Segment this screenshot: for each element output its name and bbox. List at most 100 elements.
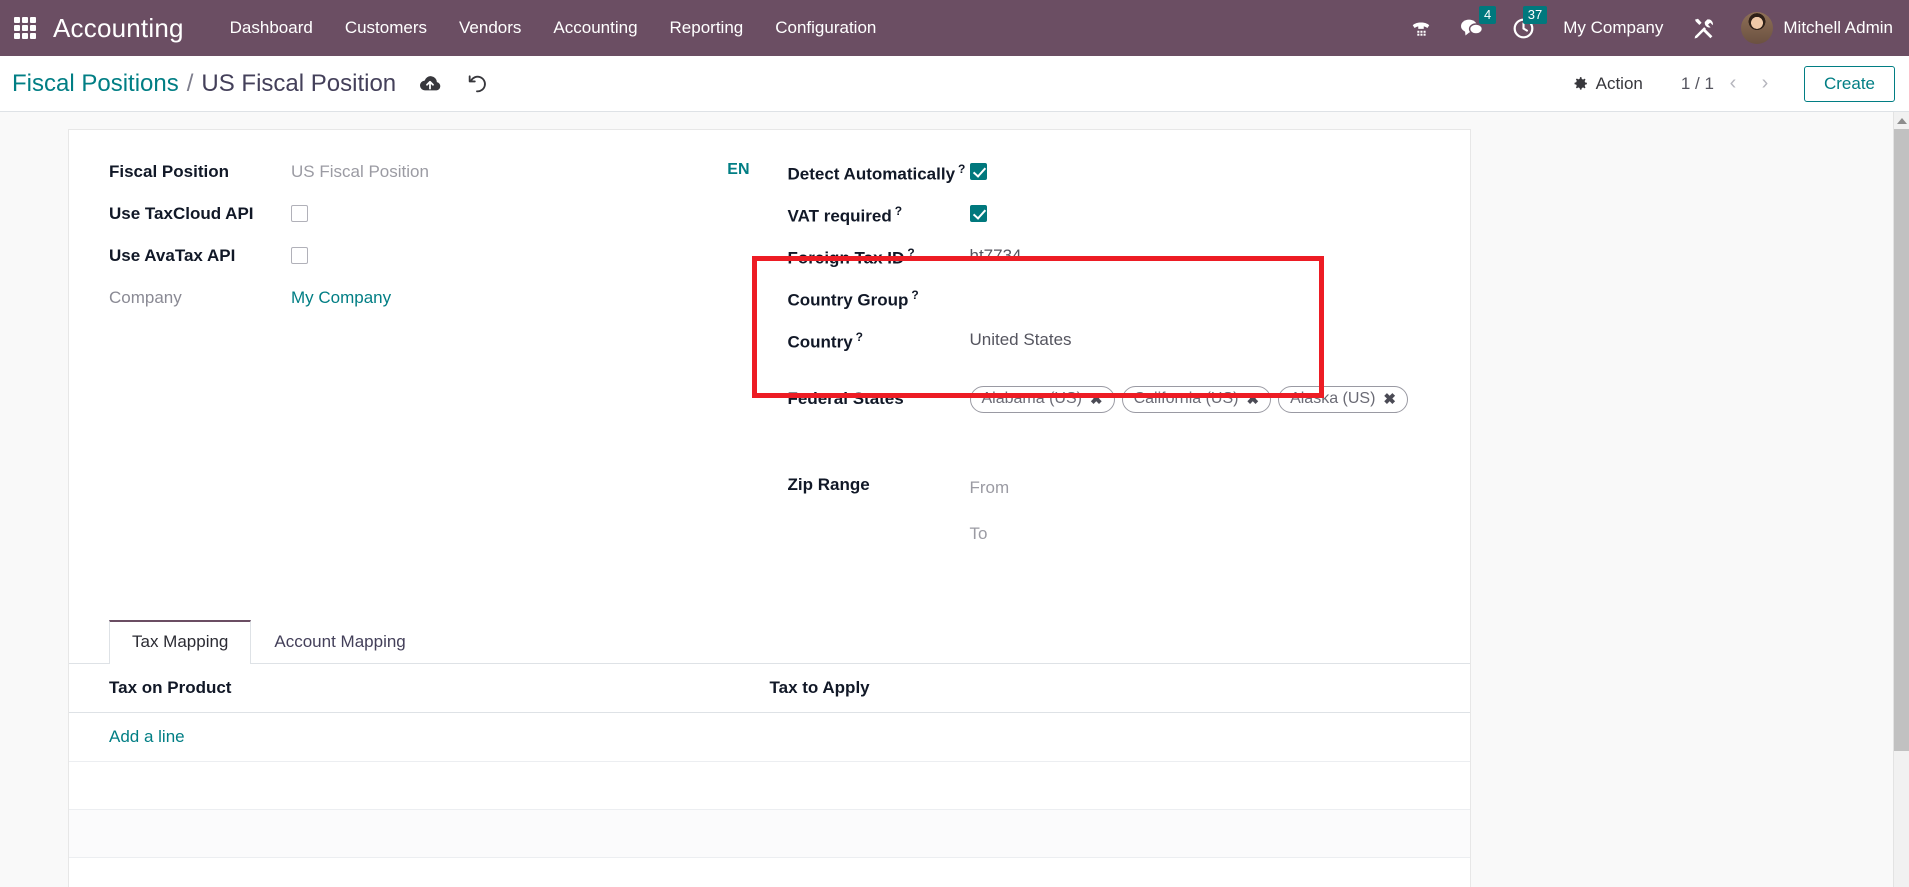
messages-counter: 4 [1479, 6, 1497, 24]
field-value-country-group[interactable] [970, 284, 1431, 287]
cloud-upload-icon[interactable] [418, 74, 442, 94]
menu-item-reporting[interactable]: Reporting [654, 0, 760, 56]
menu-item-accounting[interactable]: Accounting [537, 0, 653, 56]
empty-cell [69, 857, 770, 887]
activities-menu[interactable]: 37 [1498, 0, 1549, 56]
messages-menu[interactable]: 4 [1446, 0, 1498, 56]
tax-mapping-table: Tax on Product Tax to Apply Add a line [69, 663, 1470, 887]
table-header-row: Tax on Product Tax to Apply [69, 663, 1470, 713]
tooltip-icon-detect-automatically[interactable]: ? [958, 162, 965, 176]
navbar-right-group: 4 37 My Company Mitchell Admin [1396, 0, 1909, 56]
field-country: Country? United States [788, 326, 1431, 366]
menu-item-vendors[interactable]: Vendors [443, 0, 537, 56]
column-header-tax-to-apply[interactable]: Tax to Apply [769, 663, 1470, 713]
field-label-foreign-tax-id: Foreign Tax ID? [787, 246, 915, 268]
table-row [69, 857, 1470, 887]
tooltip-icon-country-group[interactable]: ? [911, 288, 918, 302]
field-label-federal-states: Federal States [787, 389, 904, 408]
zip-range-from-input[interactable]: From [970, 474, 1010, 500]
add-line-row[interactable]: Add a line [69, 712, 1470, 762]
company-switcher[interactable]: My Company [1549, 18, 1677, 38]
tooltip-icon-country[interactable]: ? [856, 330, 863, 344]
pager-value: 1 / 1 [1680, 73, 1714, 93]
field-label-company: Company [109, 288, 182, 307]
breadcrumb-separator: / [186, 69, 194, 97]
chevron-left-icon[interactable]: ‹ [1720, 71, 1746, 97]
checkbox-use-taxcloud-api[interactable] [291, 205, 308, 222]
empty-cell [69, 761, 770, 810]
scroll-up-button[interactable] [1894, 112, 1909, 129]
field-label-zip-range: Zip Range [787, 475, 870, 494]
create-button[interactable]: Create [1803, 65, 1895, 102]
tab-tax-mapping[interactable]: Tax Mapping [109, 619, 252, 664]
field-fiscal-position: Fiscal Position US Fiscal Position EN [109, 158, 750, 198]
breadcrumb-parent-fiscal-positions[interactable]: Fiscal Positions [12, 70, 179, 98]
add-line-cell: Add a line [69, 712, 770, 762]
field-value-country[interactable]: United States [970, 326, 1431, 352]
checkbox-detect-automatically[interactable] [969, 163, 987, 180]
tag-california-us[interactable]: California (US) ✖ [1121, 386, 1272, 413]
top-navbar: Accounting Dashboard Customers Vendors A… [0, 0, 1909, 56]
language-badge-en[interactable]: EN [727, 158, 749, 179]
close-icon[interactable]: ✖ [1246, 392, 1259, 407]
tab-account-mapping[interactable]: Account Mapping [251, 620, 428, 664]
field-zip-range: Zip Range From To [788, 471, 1431, 546]
checkbox-vat-required[interactable] [969, 205, 987, 222]
breadcrumb-current-record: US Fiscal Position [201, 69, 397, 97]
empty-cell [769, 761, 1470, 810]
scrollbar-thumb[interactable] [1894, 129, 1909, 751]
record-save-discard-group [418, 73, 488, 95]
menu-item-customers[interactable]: Customers [329, 0, 443, 56]
field-use-taxcloud-api: Use TaxCloud API [109, 200, 750, 240]
avatar [1741, 12, 1774, 44]
tag-alaska-us[interactable]: Alaska (US) ✖ [1278, 386, 1408, 413]
close-icon[interactable]: ✖ [1383, 392, 1396, 407]
breadcrumb: Fiscal Positions / US Fiscal Position [12, 70, 396, 98]
chevron-right-icon[interactable]: › [1752, 71, 1778, 97]
notebook-tabs: Tax Mapping Account Mapping [69, 619, 1470, 664]
table-body: Add a line [69, 712, 1470, 887]
zip-range-to-input[interactable]: To [970, 520, 1010, 546]
tooltip-icon-foreign-tax-id[interactable]: ? [907, 246, 914, 260]
user-name: Mitchell Admin [1783, 18, 1893, 37]
notebook: Tax Mapping Account Mapping Tax on Produ… [69, 619, 1470, 887]
action-menu-button[interactable]: Action [1562, 70, 1653, 98]
field-value-fiscal-position[interactable]: US Fiscal Position [291, 158, 727, 184]
field-vat-required: VAT required? [788, 200, 1431, 240]
menu-item-dashboard[interactable]: Dashboard [214, 0, 329, 56]
field-label-fiscal-position: Fiscal Position [109, 162, 229, 181]
gear-icon [1572, 75, 1589, 92]
app-brand-accounting[interactable]: Accounting [53, 13, 184, 44]
column-header-tax-on-product[interactable]: Tax on Product [69, 663, 770, 713]
form-groups: Fiscal Position US Fiscal Position EN Us… [69, 130, 1470, 548]
empty-cell [769, 712, 1470, 762]
field-value-company[interactable]: My Company [291, 284, 750, 310]
activities-counter: 37 [1522, 6, 1548, 24]
field-federal-states: Federal States Alabama (US) ✖ California… [788, 385, 1431, 425]
zip-range-inputs: From To [970, 471, 1010, 546]
table-row [69, 809, 1470, 858]
add-a-line-link[interactable]: Add a line [109, 727, 185, 746]
field-value-foreign-tax-id[interactable]: ht7734 [970, 242, 1431, 268]
tools-icon[interactable] [1677, 0, 1731, 56]
user-menu[interactable]: Mitchell Admin [1731, 12, 1893, 44]
menu-item-configuration[interactable]: Configuration [759, 0, 892, 56]
form-sheet: Fiscal Position US Fiscal Position EN Us… [68, 129, 1471, 887]
field-label-detect-automatically: Detect Automatically? [787, 162, 966, 184]
tag-alabama-us[interactable]: Alabama (US) ✖ [969, 386, 1115, 413]
apps-grid-icon[interactable] [14, 17, 36, 39]
field-label-country-group: Country Group? [787, 288, 919, 310]
form-column-left: Fiscal Position US Fiscal Position EN Us… [109, 158, 770, 548]
form-column-right: Detect Automatically? VAT required? Fore… [751, 158, 1431, 548]
phone-dialpad-icon[interactable] [1396, 0, 1446, 56]
close-icon[interactable]: ✖ [1090, 392, 1103, 407]
field-label-use-avatax-api: Use AvaTax API [109, 246, 236, 265]
field-label-use-taxcloud-api: Use TaxCloud API [109, 204, 254, 223]
federal-states-tag-list[interactable]: Alabama (US) ✖ California (US) ✖ Alaska … [969, 385, 1408, 413]
field-use-avatax-api: Use AvaTax API [109, 242, 750, 282]
vertical-scrollbar[interactable] [1893, 112, 1909, 887]
checkbox-use-avatax-api[interactable] [291, 247, 308, 264]
undo-icon[interactable] [466, 73, 488, 95]
empty-cell [69, 809, 770, 858]
tooltip-icon-vat-required[interactable]: ? [895, 204, 902, 218]
